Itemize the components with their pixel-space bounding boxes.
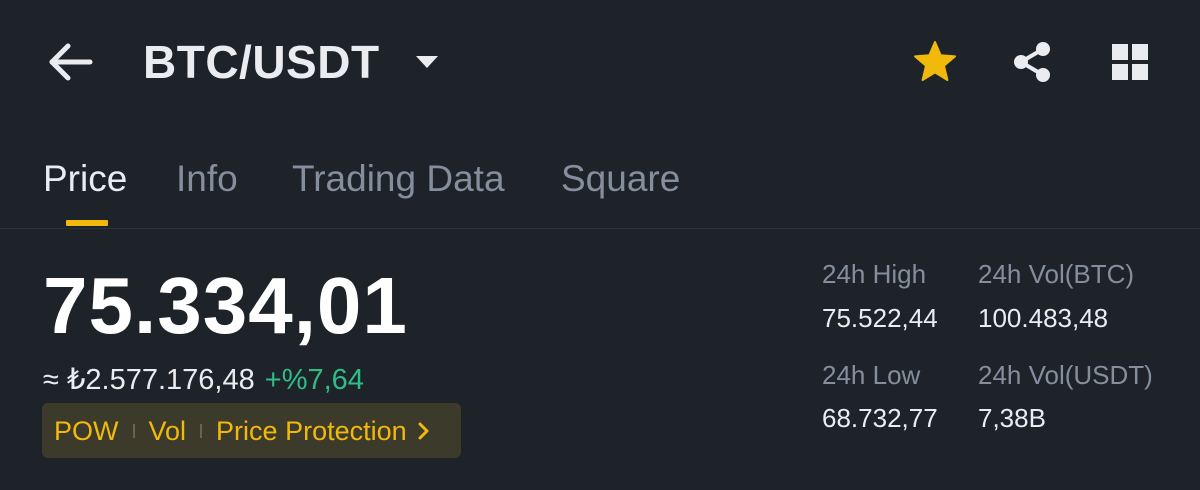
tag-vol[interactable]: Vol [149, 414, 187, 448]
star-icon[interactable] [911, 38, 959, 86]
stat-low-value: 68.732,77 [822, 403, 938, 433]
tab-price[interactable]: Price [43, 156, 127, 202]
top-bar: BTC/USDT [0, 0, 1200, 128]
tab-square[interactable]: Square [561, 156, 680, 202]
stat-vol-base-value: 100.483,48 [978, 303, 1109, 333]
tab-bar: Price Info Trading Data Square [0, 150, 1200, 230]
fiat-price-line: ≈ ₺2.577.176,48 +%7,64 [43, 362, 364, 398]
back-arrow-icon[interactable] [44, 40, 96, 84]
tab-info[interactable]: Info [176, 156, 238, 202]
tag-separator [200, 423, 203, 438]
last-price: 75.334,01 [43, 261, 408, 350]
tab-trading-data[interactable]: Trading Data [292, 156, 505, 202]
divider [0, 228, 1200, 229]
stat-high-label: 24h High [822, 259, 927, 289]
tag-bar[interactable]: POW Vol Price Protection [42, 403, 461, 458]
fiat-price: ≈ ₺2.577.176,48 [43, 364, 255, 396]
stat-vol-quote-value: 7,38B [978, 403, 1046, 433]
pair-title[interactable]: BTC/USDT [143, 34, 380, 90]
price-change-percent: +%7,64 [264, 364, 364, 396]
tag-price-protection[interactable]: Price Protection [216, 414, 407, 448]
stat-high-value: 75.522,44 [822, 303, 938, 333]
stat-low-label: 24h Low [822, 360, 921, 390]
grid-icon[interactable] [1106, 38, 1154, 86]
stat-vol-quote-label: 24h Vol(USDT) [978, 360, 1153, 390]
caret-down-icon[interactable] [414, 54, 440, 70]
share-icon[interactable] [1008, 38, 1056, 86]
active-tab-indicator [66, 220, 108, 226]
stat-vol-base-label: 24h Vol(BTC) [978, 259, 1135, 289]
tag-pow[interactable]: POW [54, 414, 119, 448]
tag-separator [132, 423, 135, 438]
chevron-right-icon[interactable] [417, 422, 431, 440]
